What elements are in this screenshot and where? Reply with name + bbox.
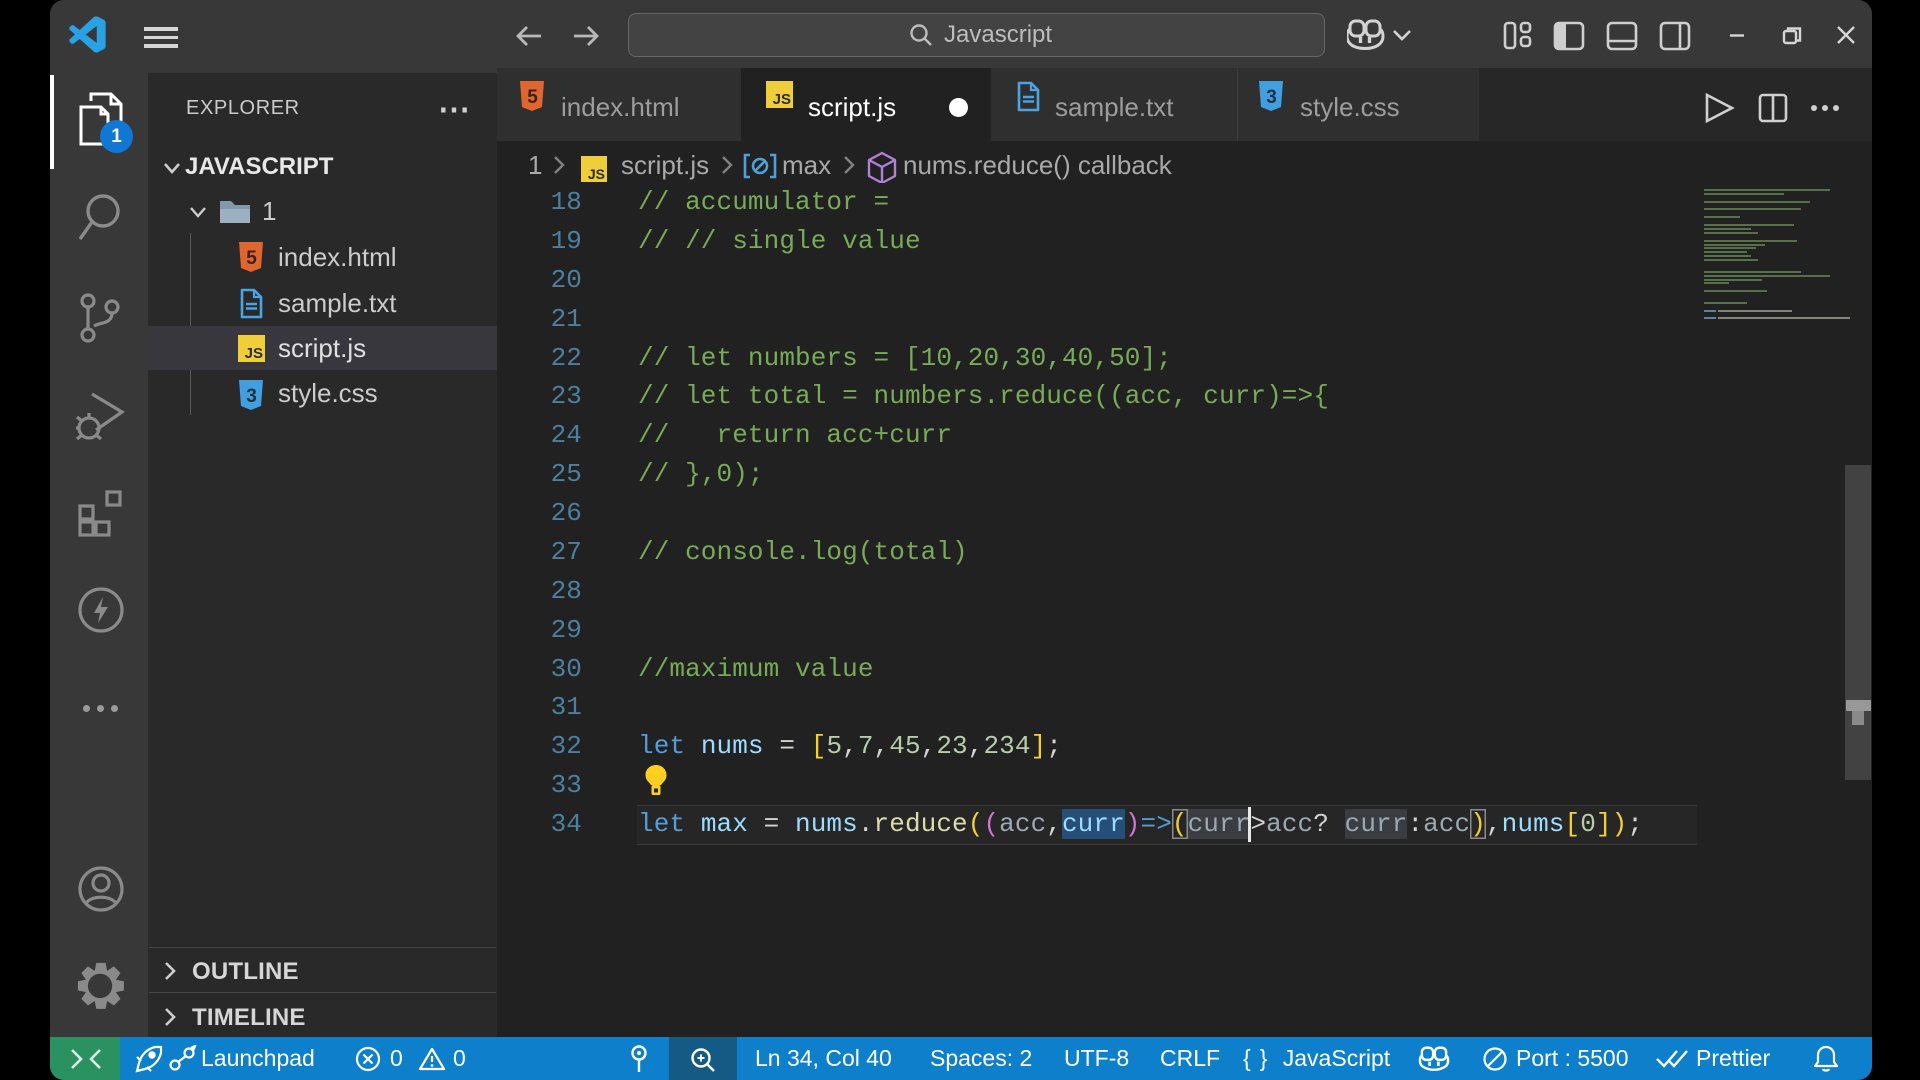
svg-text:3: 3 <box>1266 87 1277 108</box>
svg-text:5: 5 <box>246 248 257 269</box>
svg-text:3: 3 <box>246 386 257 407</box>
svg-text:5: 5 <box>527 87 538 108</box>
